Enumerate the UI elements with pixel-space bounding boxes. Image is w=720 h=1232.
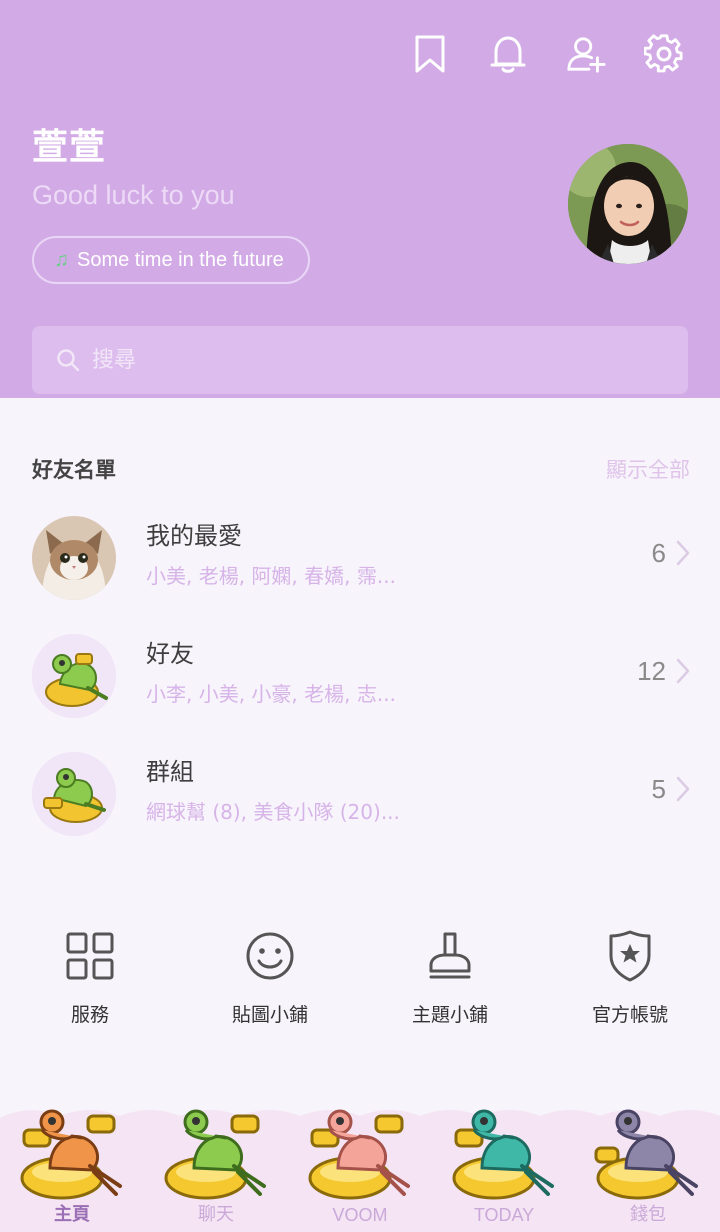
- list-item-members: 網球幫 (8), 美食小隊 (20)...: [146, 800, 400, 824]
- smiley-icon: [190, 926, 350, 986]
- frog-mascot-icon: [594, 1109, 698, 1200]
- frog-avatar: [32, 634, 116, 718]
- frog-mascot-icon: [308, 1109, 410, 1200]
- music-note-icon: ♫: [54, 248, 69, 271]
- shortcut-label: 主題小鋪: [411, 1004, 488, 1026]
- nav-label: TODAY: [473, 1205, 535, 1225]
- settings-gear-icon[interactable]: [644, 34, 684, 74]
- frog-mascot-icon: [452, 1109, 554, 1200]
- nav-label: 主頁: [54, 1204, 90, 1224]
- shortcut-row: 服務 貼圖小鋪 主題小鋪 官方帳號: [0, 926, 720, 1036]
- list-item-count: 5: [651, 774, 666, 804]
- profile-header: 萱萱 Good luck to you ♫ Some time in the f…: [0, 0, 720, 398]
- list-item-members: 小美, 老楊, 阿嫻, 春嬌, 霈...: [146, 564, 396, 588]
- shortcut-label: 官方帳號: [591, 1004, 668, 1026]
- nav-today[interactable]: TODAY: [432, 1108, 576, 1232]
- nav-chat[interactable]: 聊天: [144, 1108, 288, 1232]
- search-bar[interactable]: [32, 326, 688, 394]
- chevron-right-icon: [676, 658, 690, 684]
- list-item-members: 小李, 小美, 小豪, 老楊, 志...: [146, 682, 396, 706]
- shortcut-label: 貼圖小鋪: [231, 1004, 308, 1026]
- brush-icon: [370, 926, 530, 986]
- chevron-right-icon: [676, 776, 690, 802]
- frog-avatar: [32, 752, 116, 836]
- top-toolbar: [410, 34, 684, 74]
- list-item-favorites[interactable]: 我的最愛 小美, 老楊, 阿嫻, 春嬌, 霈... 6: [0, 508, 720, 608]
- list-item-count: 12: [637, 656, 666, 686]
- search-input[interactable]: [92, 347, 592, 373]
- profile-music-button[interactable]: ♫ Some time in the future: [32, 236, 310, 284]
- shortcut-theme-shop[interactable]: 主題小鋪: [370, 926, 530, 1027]
- grid-icon: [10, 926, 170, 986]
- nav-label: 聊天: [198, 1204, 234, 1224]
- add-friend-icon[interactable]: [566, 34, 606, 74]
- chevron-right-icon: [676, 540, 690, 566]
- profile-avatar[interactable]: [568, 144, 688, 264]
- shortcut-services[interactable]: 服務: [10, 926, 170, 1027]
- nav-wallet[interactable]: 錢包: [576, 1108, 720, 1232]
- list-item-friends[interactable]: 好友 小李, 小美, 小豪, 老楊, 志... 12: [0, 626, 720, 726]
- status-message[interactable]: Good luck to you: [32, 180, 235, 211]
- frog-mascot-icon: [164, 1109, 266, 1200]
- nav-voom[interactable]: VOOM: [288, 1108, 432, 1232]
- bell-icon[interactable]: [488, 34, 528, 74]
- nav-label: VOOM: [332, 1205, 388, 1225]
- list-item-name: 我的最愛: [146, 522, 242, 550]
- nav-label: 錢包: [630, 1204, 666, 1224]
- show-all-link[interactable]: 顯示全部: [606, 454, 690, 484]
- shortcut-official-accounts[interactable]: 官方帳號: [550, 926, 710, 1027]
- profile-music-label: Some time in the future: [77, 248, 284, 271]
- shield-star-icon: [550, 926, 710, 986]
- nav-home[interactable]: 主頁: [0, 1108, 144, 1232]
- bookmark-icon[interactable]: [410, 34, 450, 74]
- profile-name[interactable]: 萱萱: [32, 118, 106, 170]
- search-icon: [57, 349, 80, 372]
- list-item-name: 群組: [146, 758, 194, 786]
- bottom-navigation: 主頁 聊天 VOOM TODAY 錢包: [0, 1108, 720, 1232]
- shortcut-label: 服務: [70, 1004, 109, 1026]
- list-item-count: 6: [651, 538, 666, 568]
- shortcut-sticker-shop[interactable]: 貼圖小鋪: [190, 926, 350, 1027]
- frog-mascot-icon: [20, 1109, 122, 1200]
- list-item-groups[interactable]: 群組 網球幫 (8), 美食小隊 (20)... 5: [0, 744, 720, 844]
- cat-avatar: [32, 516, 116, 600]
- friends-section-title: 好友名單: [32, 458, 116, 482]
- list-item-name: 好友: [146, 640, 194, 668]
